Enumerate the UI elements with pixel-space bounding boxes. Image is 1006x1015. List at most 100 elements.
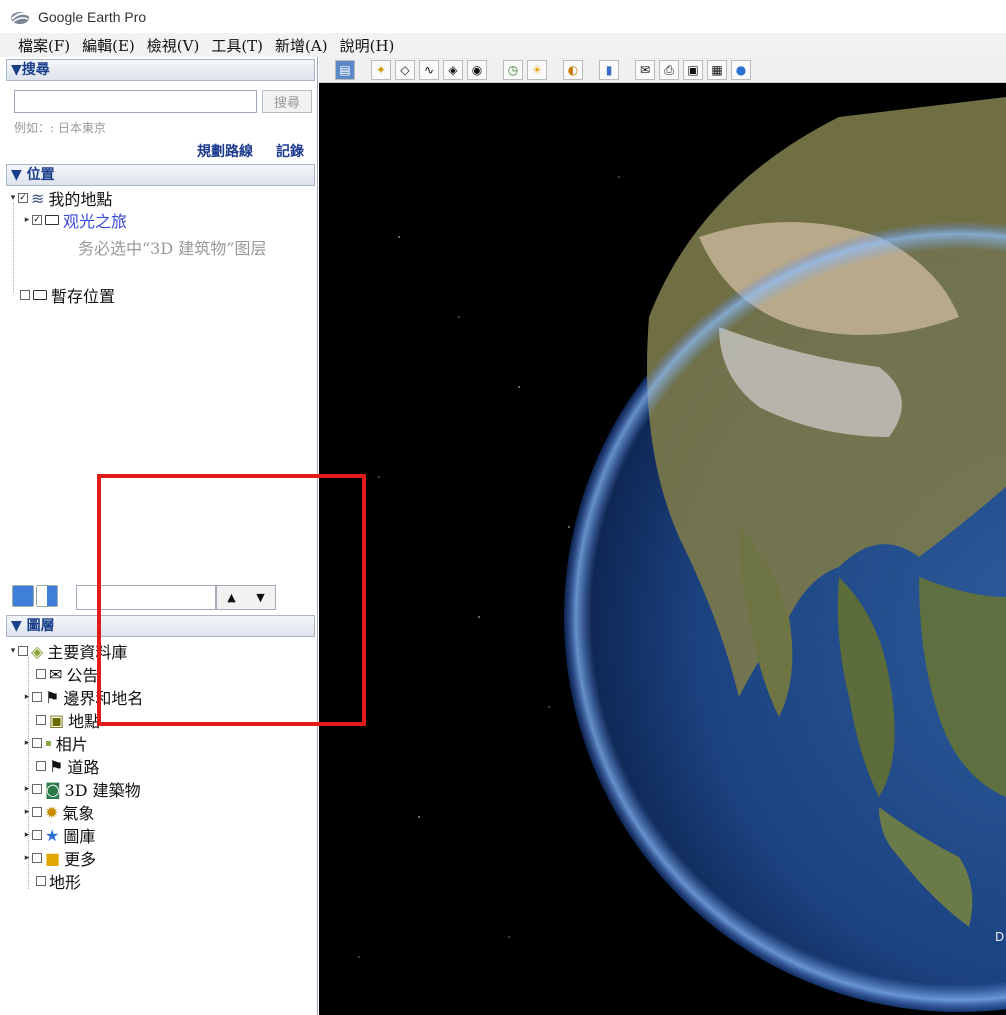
expand-arrow-icon[interactable]: ▸ [22,784,32,794]
checkbox[interactable] [36,669,46,679]
tree-item-label: 更多 [64,850,97,869]
tree-item-label: 相片 [55,735,88,754]
sidebar-toggle-icon[interactable] [36,585,58,607]
tree-item-label: 暫存位置 [51,287,116,306]
layer-terrain[interactable]: 地形 [36,870,81,892]
layer-more[interactable]: ▸ ■ 更多 [22,847,97,870]
tree-item-my-places[interactable]: ▾ ✓ ≋ 我的地點 [8,187,113,210]
earth-icon: ≋ [31,188,45,208]
places-section-header[interactable]: ▼ 位置 [6,164,315,186]
title-bar: Google Earth Pro [0,0,1006,33]
search-button[interactable]: 搜尋 [262,90,312,113]
sunlight-icon[interactable]: ☀ [527,60,547,80]
expand-arrow-icon[interactable]: ▸ [22,807,32,817]
checkbox[interactable] [36,715,46,725]
checkbox[interactable] [32,738,42,748]
map-corner-text: D [995,930,1004,944]
layer-3d-buildings[interactable]: ▸ ◙ 3D 建築物 [22,778,141,801]
tree-item-tour[interactable]: ▸ ✓ 观光之旅 [22,209,127,231]
layer-weather[interactable]: ▸ ✹ 氣象 [22,801,95,824]
expand-arrow-icon[interactable]: ▸ [22,215,32,225]
layer-places[interactable]: ▣ 地點 [36,709,100,731]
path-icon[interactable]: ∿ [419,60,439,80]
checkbox[interactable] [18,646,28,656]
expand-arrow-icon[interactable]: ▾ [8,193,18,203]
checkbox[interactable] [36,876,46,886]
google-earth-icon [11,11,29,24]
highlight-box [97,474,366,726]
checkbox[interactable]: ✓ [18,193,28,203]
record-tour-icon[interactable]: ◉ [467,60,487,80]
expand-arrow-icon[interactable]: ▾ [8,646,18,656]
folder-icon [33,290,47,300]
tree-item-label: 道路 [67,758,100,777]
checkbox[interactable] [32,853,42,863]
tree-item-label: 观光之旅 [63,212,128,231]
window-title: Google Earth Pro [38,8,147,25]
map-toolbar: ▤ ✦ ◇ ∿ ◈ ◉ ◷ ☀ ◐ ▮ ✉ ⎙ ▣ ▦ ● [319,57,1006,83]
checkbox[interactable] [32,692,42,702]
folder-icon [45,215,59,225]
folder-yellow-icon: ■ [45,848,61,868]
expand-arrow-icon[interactable]: ▸ [22,853,32,863]
tree-item-label: 我的地點 [48,190,113,209]
search-hint: 例如：: 日本東京 [14,121,106,135]
expand-arrow-icon[interactable]: ▸ [22,692,32,702]
search-input[interactable] [14,90,257,113]
tree-item-temporary-places[interactable]: 暫存位置 [20,284,115,306]
search-panel-toggle-icon[interactable] [12,585,34,607]
polygon-icon[interactable]: ◇ [395,60,415,80]
layer-gallery[interactable]: ▸ ★ 圖庫 [22,824,96,847]
menu-file[interactable]: 檔案(F) [18,35,70,56]
checkbox[interactable] [32,807,42,817]
expand-arrow-icon[interactable]: ▸ [22,738,32,748]
checkbox[interactable] [32,784,42,794]
image-overlay-icon[interactable]: ◈ [443,60,463,80]
search-section-header[interactable]: ▼搜尋 [6,59,315,81]
tree-item-description: 务必选中“3D 建筑物”图层 [78,239,267,258]
save-image-icon[interactable]: ▣ [683,60,703,80]
photo-icon: ▪ [45,737,52,749]
route-link[interactable]: 規劃路線 [197,141,253,161]
checkbox[interactable] [20,290,30,300]
email-icon[interactable]: ✉ [635,60,655,80]
menu-add[interactable]: 新增(A) [275,35,328,56]
checkbox[interactable] [36,761,46,771]
menu-view[interactable]: 檢視(V) [147,35,200,56]
map-view[interactable]: D [319,57,1006,1015]
tree-item-label: 3D 建築物 [64,781,141,800]
sidebar-icon[interactable]: ▤ [335,60,355,80]
tree-item-label: 地點 [68,712,101,731]
ruler-icon[interactable]: ▮ [599,60,619,80]
earth-globe: D [358,97,1006,1012]
layer-announcements[interactable]: ✉ 公告 [36,663,98,685]
layer-roads[interactable]: ⚑ 道路 [36,755,99,777]
menu-help[interactable]: 說明(H) [340,35,395,56]
menu-edit[interactable]: 編輯(E) [82,35,135,56]
flag-icon: ⚑ [45,687,60,707]
checkbox[interactable] [32,830,42,840]
layer-photos[interactable]: ▸ ▪ 相片 [22,732,88,754]
history-link[interactable]: 記錄 [276,141,304,161]
menu-tools[interactable]: 工具(T) [211,35,263,56]
building-icon: ◙ [45,779,61,799]
flag-icon: ⚑ [49,756,64,776]
star-icon: ★ [45,825,60,845]
menu-bar: 檔案(F) 編輯(E) 檢視(V) 工具(T) 新增(A) 說明(H) [0,33,1006,57]
sun-icon: ✹ [45,802,59,822]
expand-arrow-icon[interactable]: ▸ [22,830,32,840]
tree-line [13,203,14,293]
placemark-icon[interactable]: ✦ [371,60,391,80]
tree-item-label: 圖庫 [63,827,96,846]
earth-gallery-icon[interactable]: ● [731,60,751,80]
layers-icon: ◈ [31,641,44,661]
historical-imagery-icon[interactable]: ◷ [503,60,523,80]
place-square-icon: ▣ [49,710,65,730]
envelope-icon: ✉ [49,664,63,684]
checkbox[interactable]: ✓ [32,215,42,225]
view-maps-icon[interactable]: ▦ [707,60,727,80]
tree-item-label: 氣象 [62,804,95,823]
print-icon[interactable]: ⎙ [659,60,679,80]
planet-icon[interactable]: ◐ [563,60,583,80]
tree-item-label: 公告 [66,666,99,685]
